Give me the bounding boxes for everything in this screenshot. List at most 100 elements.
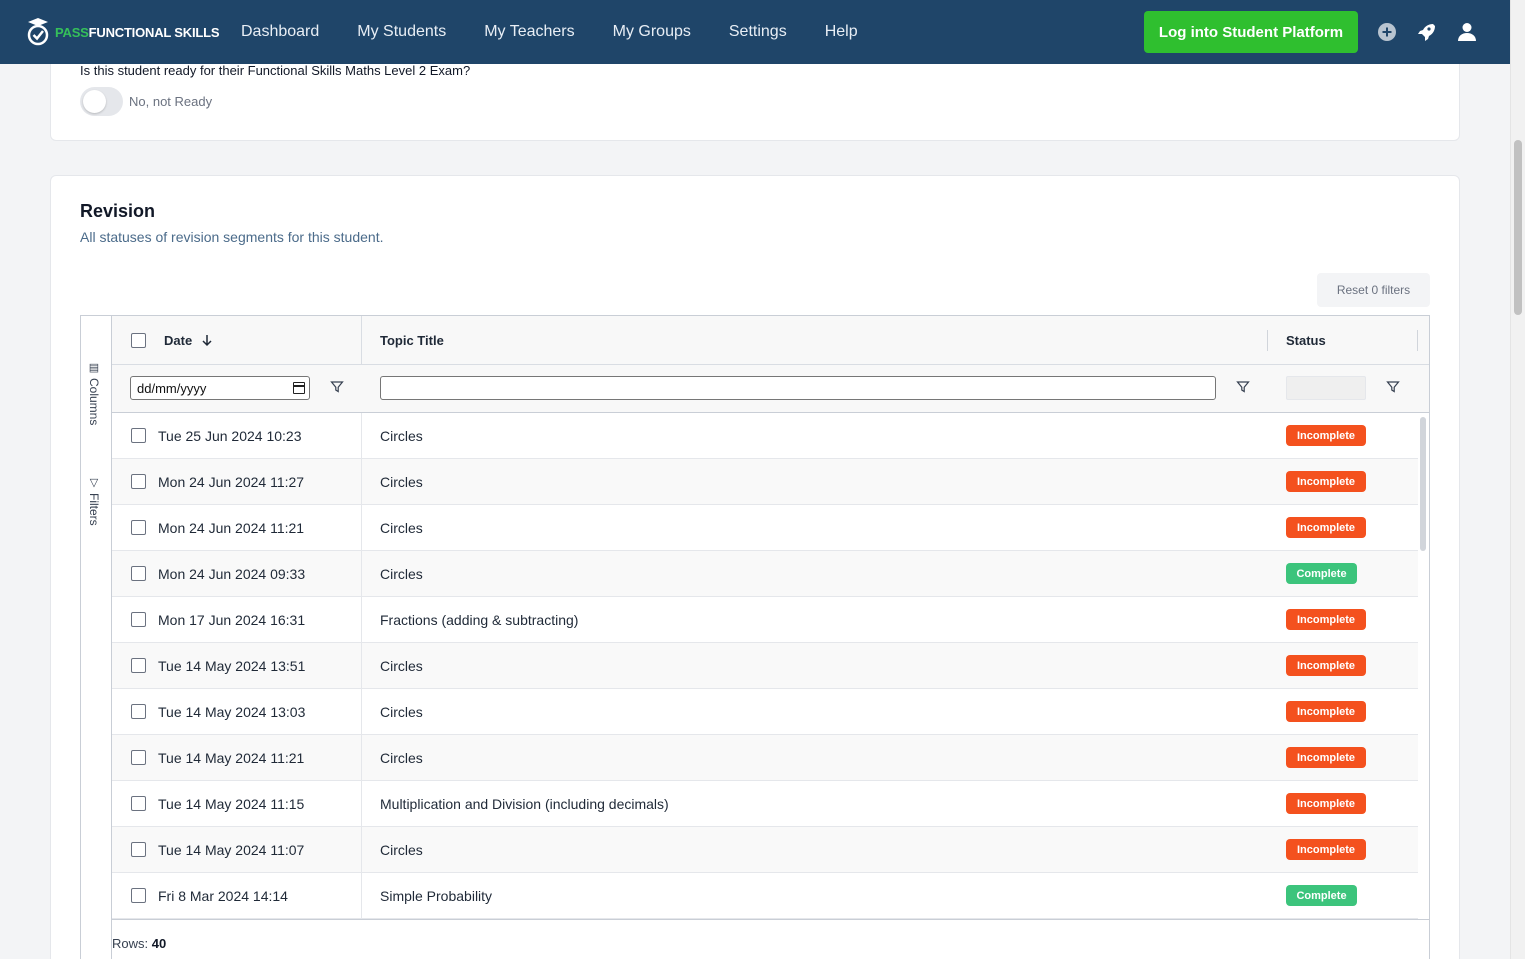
- nav-link-my-groups[interactable]: My Groups: [613, 23, 691, 41]
- grid-side-bar: ▤ Columns ▽ Filters: [81, 316, 112, 959]
- row-date: Mon 24 Jun 2024 11:21: [158, 520, 305, 536]
- revision-card: Revision All statuses of revision segmen…: [50, 175, 1460, 959]
- date-filter-input[interactable]: dd/mm/yyyy: [130, 376, 310, 400]
- columns-tab[interactable]: ▤ Columns: [87, 361, 101, 425]
- row-date: Tue 14 May 2024 11:07: [158, 842, 305, 858]
- cell-separator: [361, 827, 362, 873]
- cell-separator: [361, 459, 362, 505]
- topic-filter-input[interactable]: [380, 376, 1216, 400]
- table-row[interactable]: Tue 14 May 2024 11:15 Multiplication and …: [112, 781, 1418, 827]
- status-badge: Incomplete: [1286, 747, 1366, 768]
- row-checkbox[interactable]: [131, 428, 146, 443]
- status-badge: Incomplete: [1286, 609, 1366, 630]
- nav-link-dashboard[interactable]: Dashboard: [241, 23, 319, 41]
- select-all-checkbox[interactable]: [131, 333, 146, 348]
- table-row[interactable]: Tue 25 Jun 2024 10:23 Circles Incomplete: [112, 413, 1418, 459]
- row-checkbox[interactable]: [131, 612, 146, 627]
- cell-separator: [361, 735, 362, 781]
- page-scrollbar-thumb[interactable]: [1514, 140, 1522, 315]
- row-date: Mon 24 Jun 2024 09:33: [158, 566, 306, 582]
- login-student-platform-button[interactable]: Log into Student Platform: [1144, 11, 1358, 53]
- header-date[interactable]: Date: [164, 316, 213, 365]
- reset-filters-button[interactable]: Reset 0 filters: [1317, 273, 1430, 307]
- rocket-icon[interactable]: [1414, 20, 1438, 44]
- nav-link-my-students[interactable]: My Students: [357, 23, 446, 41]
- nav-link-my-teachers[interactable]: My Teachers: [484, 23, 574, 41]
- cell-separator: [361, 781, 362, 827]
- row-topic: Circles: [380, 566, 423, 582]
- row-checkbox[interactable]: [131, 474, 146, 489]
- table-row[interactable]: Tue 14 May 2024 13:03 Circles Incomplete: [112, 689, 1418, 735]
- grid-scrollbar-thumb[interactable]: [1420, 417, 1426, 551]
- exam-ready-toggle[interactable]: [80, 87, 123, 116]
- row-checkbox[interactable]: [131, 658, 146, 673]
- row-date: Tue 14 May 2024 11:15: [158, 796, 305, 812]
- row-count-value: 40: [151, 936, 167, 951]
- table-row[interactable]: Tue 14 May 2024 13:51 Circles Incomplete: [112, 643, 1418, 689]
- header-select-all[interactable]: [131, 316, 146, 365]
- table-row[interactable]: Mon 24 Jun 2024 09:33 Circles Complete: [112, 551, 1418, 597]
- grid-body: Tue 25 Jun 2024 10:23 Circles Incomplete Mo…: [112, 413, 1429, 919]
- cell-separator: [361, 551, 362, 597]
- row-topic: Circles: [380, 704, 423, 720]
- row-topic: Circles: [380, 474, 423, 490]
- calendar-icon[interactable]: [293, 382, 305, 394]
- column-separator[interactable]: [361, 316, 362, 365]
- cell-separator: [361, 873, 362, 919]
- status-filter-input[interactable]: [1286, 376, 1366, 400]
- row-checkbox[interactable]: [131, 796, 146, 811]
- row-topic: Circles: [380, 520, 423, 536]
- header-topic[interactable]: Topic Title: [380, 316, 444, 365]
- topic-filter-icon[interactable]: [1236, 380, 1250, 394]
- status-badge: Incomplete: [1286, 425, 1366, 446]
- nav-link-settings[interactable]: Settings: [729, 23, 787, 41]
- status-badge: Complete: [1286, 563, 1357, 584]
- table-row[interactable]: Tue 14 May 2024 11:21 Circles Incomplete: [112, 735, 1418, 781]
- cell-separator: [361, 597, 362, 643]
- date-filter-placeholder: dd/mm/yyyy: [137, 380, 207, 396]
- header-status[interactable]: Status: [1286, 316, 1326, 365]
- row-count-label: Rows:: [112, 936, 149, 951]
- plus-circle-icon[interactable]: [1375, 20, 1399, 44]
- table-row[interactable]: Fri 8 Mar 2024 14:14 Simple Probability Co…: [112, 873, 1418, 919]
- row-topic: Circles: [380, 750, 423, 766]
- status-badge: Incomplete: [1286, 839, 1366, 860]
- row-checkbox[interactable]: [131, 750, 146, 765]
- user-icon[interactable]: [1455, 20, 1479, 44]
- status-badge: Incomplete: [1286, 793, 1366, 814]
- column-separator[interactable]: [1267, 330, 1268, 351]
- row-checkbox[interactable]: [131, 888, 146, 903]
- revision-grid: ▤ Columns ▽ Filters Date Topic Title Sta…: [80, 315, 1430, 959]
- nav-links: Dashboard My Students My Teachers My Gro…: [241, 23, 896, 41]
- date-filter-icon[interactable]: [330, 380, 344, 394]
- row-checkbox[interactable]: [131, 520, 146, 535]
- table-row[interactable]: Tue 14 May 2024 11:07 Circles Incomplete: [112, 827, 1418, 873]
- column-separator[interactable]: [1417, 330, 1418, 351]
- table-row[interactable]: Mon 17 Jun 2024 16:31 Fractions (adding &…: [112, 597, 1418, 643]
- filters-tab-label: Filters: [87, 493, 101, 526]
- nav-link-help[interactable]: Help: [825, 23, 858, 41]
- row-checkbox[interactable]: [131, 566, 146, 581]
- logo-check-icon: [27, 18, 49, 46]
- row-checkbox[interactable]: [131, 842, 146, 857]
- table-row[interactable]: Mon 24 Jun 2024 11:27 Circles Incomplete: [112, 459, 1418, 505]
- logo[interactable]: PASSFUNCTIONAL SKILLS: [25, 17, 225, 47]
- row-topic: Circles: [380, 658, 423, 674]
- table-row[interactable]: Mon 24 Jun 2024 11:21 Circles Incomplete: [112, 505, 1418, 551]
- row-checkbox[interactable]: [131, 704, 146, 719]
- status-badge: Complete: [1286, 885, 1357, 906]
- sort-desc-icon: [202, 335, 212, 347]
- toggle-knob: [83, 90, 106, 113]
- filters-tab[interactable]: ▽ Filters: [87, 476, 101, 526]
- row-topic: Simple Probability: [380, 888, 493, 904]
- revision-subtitle: All statuses of revision segments for th…: [80, 229, 384, 245]
- cell-separator: [361, 643, 362, 689]
- exam-ready-question: Is this student ready for their Function…: [80, 63, 471, 78]
- cell-separator: [361, 689, 362, 735]
- columns-tab-label: Columns: [87, 378, 101, 426]
- top-navbar: PASSFUNCTIONAL SKILLS Dashboard My Stude…: [0, 0, 1510, 64]
- filter-icon: ▽: [87, 476, 100, 489]
- filter-row: dd/mm/yyyy: [112, 365, 1429, 413]
- row-date: Tue 14 May 2024 13:51: [158, 658, 306, 674]
- status-filter-icon[interactable]: [1386, 380, 1400, 394]
